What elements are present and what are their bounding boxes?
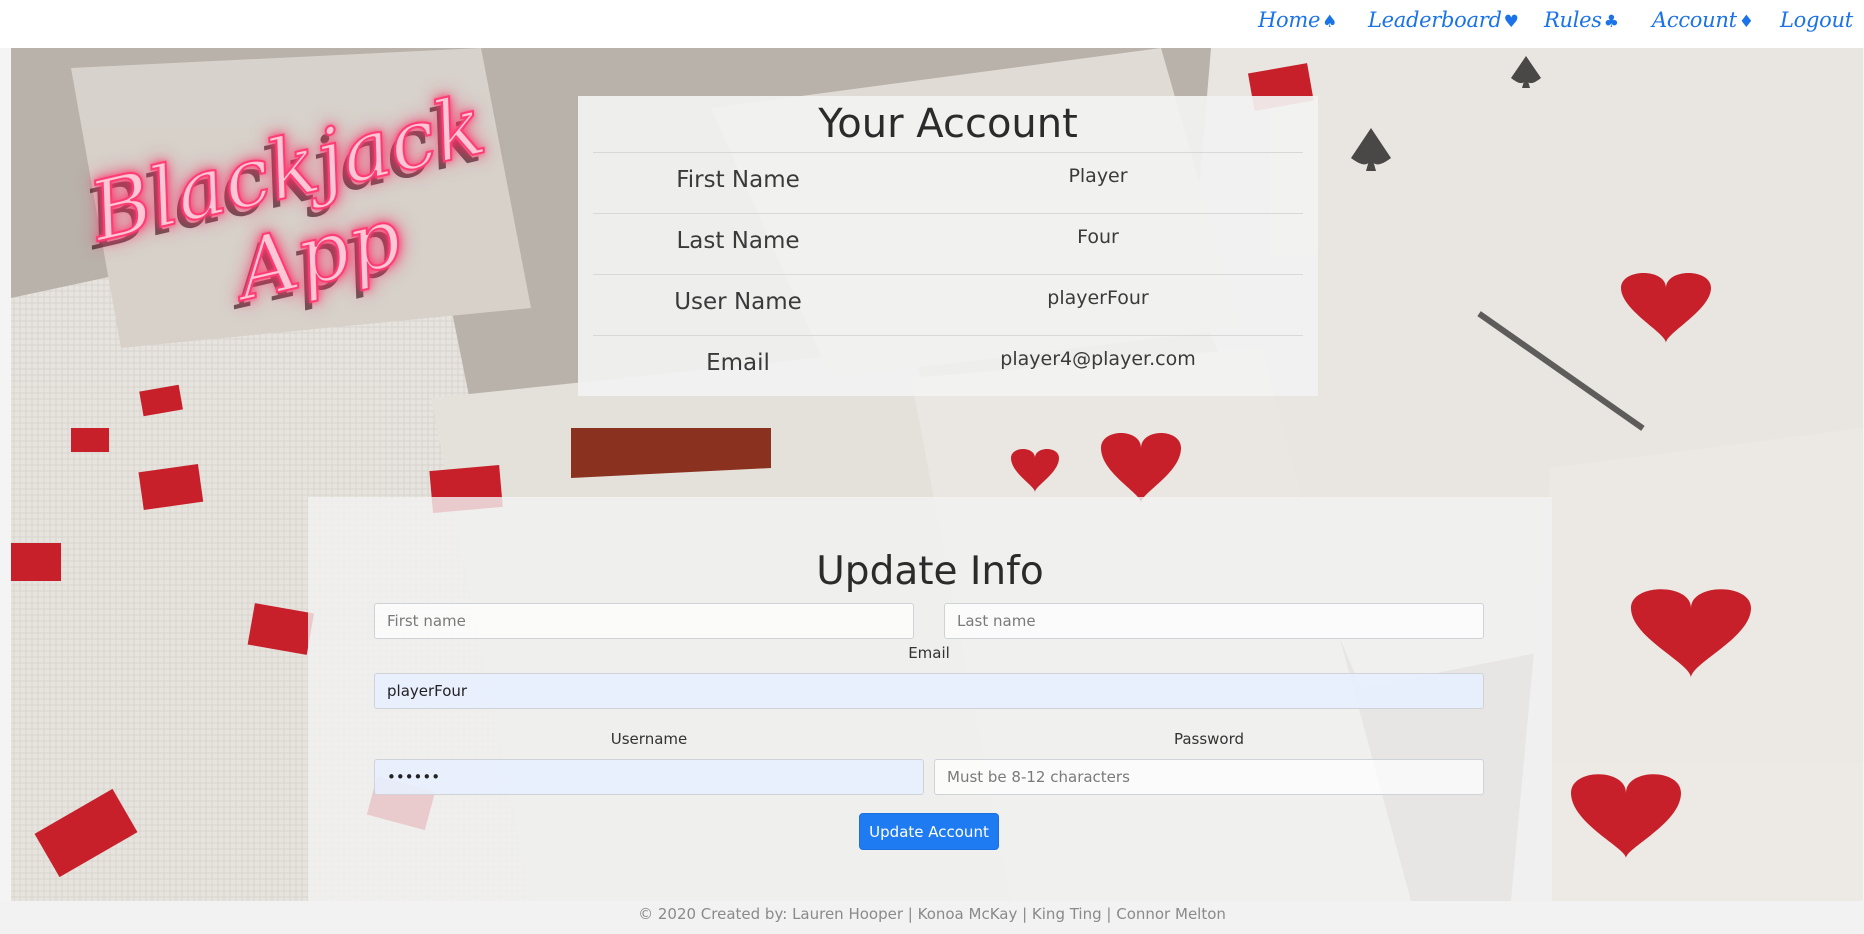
last-name-input[interactable]	[944, 603, 1484, 639]
nav-home-label: Home	[1258, 8, 1321, 32]
username-input[interactable]	[374, 759, 924, 795]
account-row-email: Email player4@player.com	[593, 335, 1303, 397]
heart-icon: ♥	[1503, 12, 1519, 32]
club-icon: ♣	[1603, 12, 1619, 32]
account-row-first-name: First Name Player	[593, 152, 1303, 214]
last-name-label: Last Name	[676, 228, 800, 254]
email-field-label: Email	[908, 644, 950, 662]
email-label: Email	[706, 350, 770, 376]
email-value: player4@player.com	[1000, 348, 1196, 370]
update-info-title: Update Info	[816, 549, 1044, 594]
user-name-value: playerFour	[1047, 287, 1149, 309]
password-input[interactable]	[934, 759, 1484, 795]
username-field-label: Username	[610, 730, 688, 748]
last-name-value: Four	[1077, 226, 1119, 248]
first-name-label: First Name	[676, 167, 800, 193]
top-navbar: Home ♠ Leaderboard ♥ Rules ♣ Account ♦ Logou…	[0, 0, 1864, 48]
nav-rules-label: Rules	[1544, 8, 1602, 32]
nav-account-label: Account	[1652, 8, 1737, 32]
nav-account-link[interactable]: Account ♦	[1652, 8, 1754, 32]
spade-icon: ♠	[1322, 12, 1338, 32]
email-input[interactable]	[374, 673, 1484, 709]
nav-home-link[interactable]: Home ♠	[1258, 8, 1337, 32]
update-account-button[interactable]: Update Account	[859, 813, 999, 850]
first-name-input[interactable]	[374, 603, 914, 639]
account-info-card: Your Account First Name Player Last Name…	[578, 96, 1318, 396]
nav-leaderboard-link[interactable]: Leaderboard ♥	[1368, 8, 1519, 32]
user-name-label: User Name	[674, 289, 802, 315]
password-field-label: Password	[1173, 730, 1245, 748]
update-info-form: Update Info Email Username Password Upda…	[308, 497, 1552, 901]
account-title: Your Account	[818, 101, 1078, 147]
nav-logout-label: Logout	[1780, 8, 1853, 32]
first-name-value: Player	[1068, 165, 1128, 187]
account-row-last-name: Last Name Four	[593, 213, 1303, 275]
nav-leaderboard-label: Leaderboard	[1368, 8, 1502, 32]
nav-logout-link[interactable]: Logout	[1780, 8, 1853, 32]
footer-credits: © 2020 Created by: Lauren Hooper | Konoa…	[638, 905, 1226, 923]
diamond-icon: ♦	[1738, 12, 1754, 32]
page-footer: © 2020 Created by: Lauren Hooper | Konoa…	[0, 901, 1864, 934]
account-row-user-name: User Name playerFour	[593, 274, 1303, 336]
nav-rules-link[interactable]: Rules ♣	[1544, 8, 1619, 32]
